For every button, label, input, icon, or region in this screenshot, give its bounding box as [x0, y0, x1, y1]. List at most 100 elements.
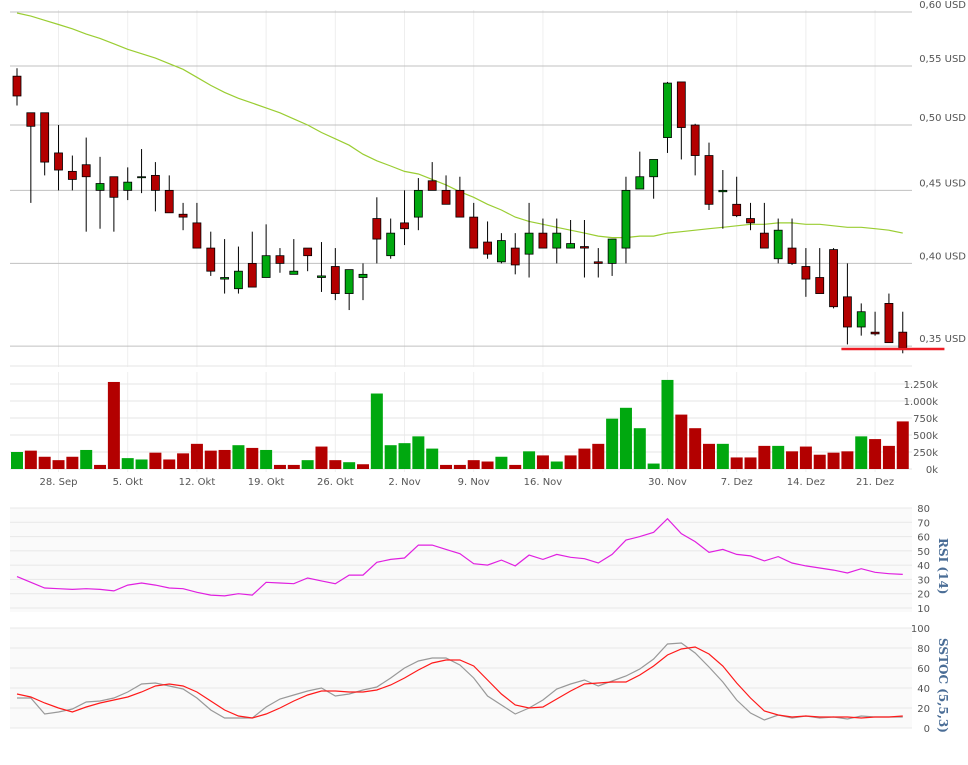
x-tick-label: 21. Dez — [856, 477, 894, 488]
candle-body — [552, 232, 562, 249]
candle-body — [150, 174, 160, 191]
x-tick-label: 7. Dez — [721, 477, 753, 488]
candle-body — [621, 189, 631, 249]
sstoc-tick-label: 20 — [917, 704, 930, 715]
candle-body — [635, 176, 645, 190]
grid: 28. Sep 5. Okt 12. Okt 19. Okt 26. Okt 2. Nov… — [10, 0, 966, 735]
candle-body — [649, 159, 659, 178]
candle — [67, 155, 77, 191]
candle — [787, 218, 797, 265]
candle — [566, 219, 575, 249]
candle-body — [718, 189, 728, 193]
x-tick-label: 5. Okt — [113, 477, 143, 488]
candle — [593, 248, 603, 278]
volume-bar — [149, 452, 162, 469]
volume-bar — [841, 451, 854, 469]
volume-bar — [619, 407, 632, 469]
candle — [870, 311, 880, 336]
volume-bar — [855, 436, 868, 469]
candle — [759, 202, 769, 249]
volume-bar — [246, 447, 259, 469]
candle — [621, 176, 631, 264]
candle-body — [580, 246, 589, 249]
candle — [483, 221, 492, 259]
price-tick-label: 0,45 USD — [919, 178, 966, 189]
candle-body — [137, 176, 146, 179]
volume-bar — [273, 464, 286, 469]
candle — [510, 233, 520, 275]
rsi-tick-label: 70 — [917, 518, 930, 529]
rsi-tick-label: 10 — [917, 604, 930, 615]
x-tick-label: 2. Nov — [388, 477, 420, 488]
x-tick-label: 16. Nov — [524, 477, 563, 488]
candle — [123, 167, 133, 201]
candle — [746, 202, 755, 231]
candle — [234, 246, 243, 294]
volume-bar — [190, 443, 203, 469]
volume-bar — [467, 460, 480, 469]
candle — [12, 68, 22, 106]
volume-bar — [135, 459, 148, 469]
volume-bar — [523, 451, 536, 469]
volume-bar — [606, 418, 619, 469]
x-tick-label: 26. Okt — [317, 477, 354, 488]
rsi-tick-label: 30 — [917, 575, 930, 586]
candle — [372, 197, 382, 264]
x-tick-label: 30. Nov — [648, 477, 687, 488]
candle-body — [247, 262, 257, 288]
volume-bar — [177, 453, 190, 469]
candle-body — [12, 75, 22, 97]
volume-tick-label: 250k — [913, 448, 938, 459]
candle-body — [330, 266, 340, 294]
candle — [413, 178, 423, 231]
volume-bar — [232, 445, 245, 469]
volume-bar — [218, 449, 231, 469]
candle-body — [815, 277, 825, 294]
volume-bar — [94, 464, 107, 469]
volume-bar — [163, 459, 176, 469]
volume-bar — [11, 452, 23, 469]
candle — [220, 239, 230, 294]
candle — [801, 248, 811, 297]
candle — [109, 176, 119, 232]
candle — [676, 81, 686, 160]
candle — [829, 248, 838, 309]
candle — [95, 156, 105, 229]
candle-body — [690, 124, 700, 156]
rsi-tick-label: 80 — [917, 504, 930, 515]
candle-body — [704, 155, 714, 205]
stock-chart: 28. Sep 5. Okt 12. Okt 19. Okt 26. Okt 2. Nov… — [10, 0, 966, 735]
sstoc-label: SSTOC (5,5,3) — [936, 638, 950, 733]
candle-body — [538, 232, 548, 249]
candle-body — [289, 270, 299, 275]
volume-bar — [453, 464, 466, 469]
price-tick-label: 0,60 USD — [919, 0, 966, 11]
candle — [441, 175, 451, 205]
candle — [552, 218, 562, 264]
volume-bar — [647, 463, 660, 469]
candle-body — [469, 216, 479, 249]
candle-body — [787, 247, 797, 264]
sstoc-background — [10, 628, 912, 728]
candle-body — [81, 164, 91, 178]
sstoc-tick-label: 80 — [917, 644, 930, 655]
candle-body — [607, 238, 617, 264]
rsi-tick-label: 40 — [917, 561, 930, 572]
candle-body — [441, 189, 451, 205]
candle — [884, 293, 894, 344]
volume-bar — [827, 452, 840, 469]
candle-body — [372, 218, 382, 240]
volume-bar — [772, 445, 785, 469]
candle-body — [206, 247, 216, 272]
candle — [732, 176, 742, 218]
candle — [54, 125, 63, 191]
rsi-tick-label: 50 — [917, 547, 930, 558]
x-tick-label: 19. Okt — [248, 477, 285, 488]
candle-body — [566, 243, 575, 249]
volume-bar — [536, 455, 549, 469]
candle — [469, 202, 479, 249]
volume-bar — [107, 381, 120, 469]
price-panel — [12, 12, 945, 354]
candle-body — [192, 222, 202, 249]
volume-bar — [509, 464, 522, 469]
